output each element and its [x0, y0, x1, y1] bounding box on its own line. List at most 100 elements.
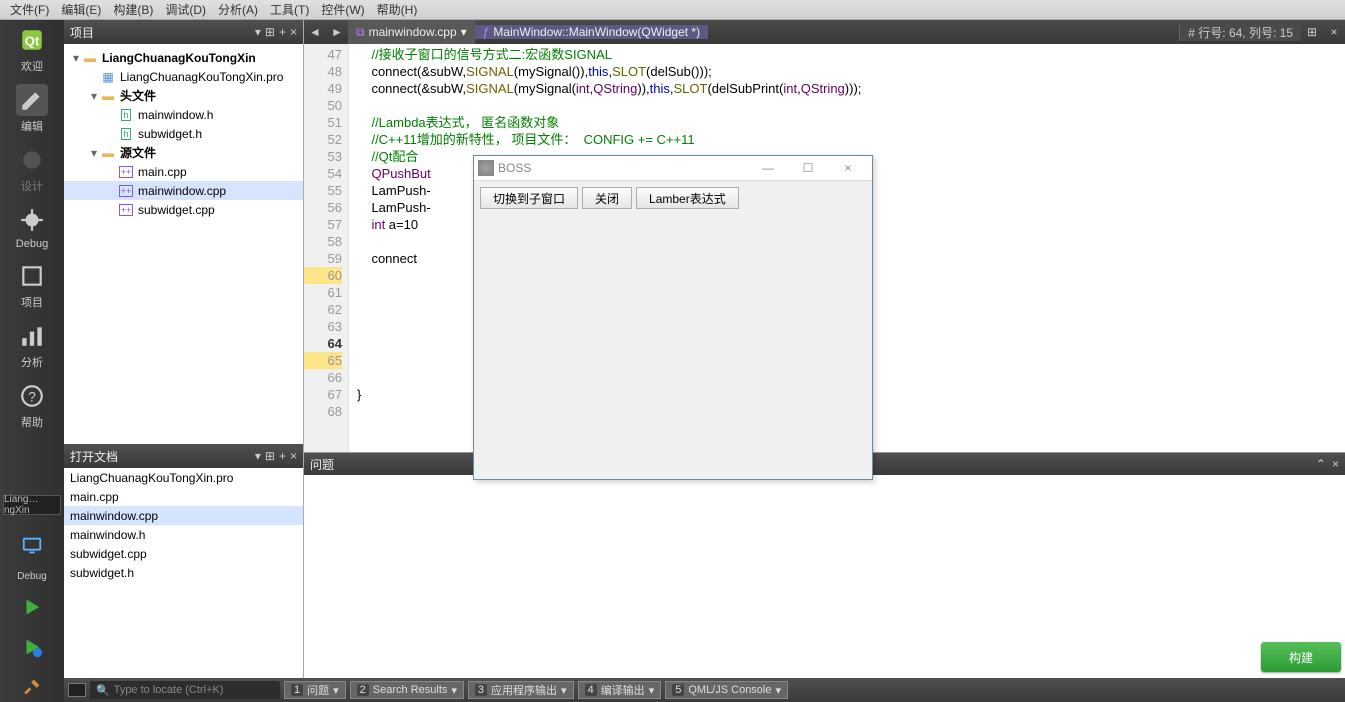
mode-analyze[interactable]: 分析 — [6, 320, 58, 370]
line-number[interactable]: 57 — [304, 216, 342, 233]
menu-item[interactable]: 工具(T) — [264, 1, 315, 18]
dialog-button[interactable]: Lamber表达式 — [636, 187, 739, 209]
tree-item[interactable]: ▾▬LiangChuanagKouTongXin — [64, 48, 303, 67]
close-icon[interactable]: × — [290, 25, 297, 39]
opendoc-item[interactable]: main.cpp — [64, 487, 303, 506]
line-number[interactable]: 66 — [304, 369, 342, 386]
split-icon[interactable]: ⊞ — [265, 449, 275, 463]
line-number[interactable]: 60 — [304, 267, 342, 284]
dialog-button[interactable]: 切换到子窗口 — [480, 187, 578, 209]
mode-edit[interactable]: 编辑 — [6, 84, 58, 134]
disclosure-icon[interactable]: ▾ — [88, 146, 100, 160]
problems-title: 问题 — [310, 456, 334, 473]
line-number[interactable]: 59 — [304, 250, 342, 267]
tree-item[interactable]: hmainwindow.h — [64, 105, 303, 124]
menu-item[interactable]: 编辑(E) — [55, 1, 107, 18]
split-icon[interactable]: ⊞ — [265, 25, 275, 39]
menu-item[interactable]: 控件(W) — [315, 1, 370, 18]
line-number[interactable]: 56 — [304, 199, 342, 216]
boss-window[interactable]: BOSS — ☐ × 切换到子窗口关闭Lamber表达式 — [473, 155, 873, 480]
line-gutter[interactable]: 4748495051525354555657585960616263646566… — [304, 44, 349, 452]
line-number[interactable]: 48 — [304, 63, 342, 80]
tree-item[interactable]: ++subwidget.cpp — [64, 200, 303, 219]
line-number[interactable]: 55 — [304, 182, 342, 199]
tree-item[interactable]: ▾▬源文件 — [64, 143, 303, 162]
boss-titlebar[interactable]: BOSS — ☐ × — [474, 156, 872, 181]
menu-item[interactable]: 文件(F) — [4, 1, 55, 18]
opendoc-item[interactable]: LiangChuanagKouTongXin.pro — [64, 468, 303, 487]
kit-selector[interactable]: Liang…ngXin — [3, 495, 61, 515]
tree-item[interactable]: ++mainwindow.cpp — [64, 181, 303, 200]
close-icon[interactable]: × — [290, 449, 297, 463]
problems-body[interactable] — [304, 475, 1345, 702]
close-button[interactable]: × — [828, 156, 868, 180]
line-number[interactable]: 58 — [304, 233, 342, 250]
tree-item[interactable]: ++main.cpp — [64, 162, 303, 181]
locator-input[interactable]: 🔍 Type to locate (Ctrl+K) — [90, 681, 280, 699]
nav-back-icon[interactable]: ◄ — [304, 25, 326, 39]
menu-item[interactable]: 帮助(H) — [371, 1, 424, 18]
line-number[interactable]: 51 — [304, 114, 342, 131]
line-number[interactable]: 68 — [304, 403, 342, 420]
opendoc-item[interactable]: mainwindow.h — [64, 525, 303, 544]
opendoc-label: main.cpp — [70, 490, 119, 504]
tree-item[interactable]: ▾▬头文件 — [64, 86, 303, 105]
file-crumb[interactable]: ⧉ mainwindow.cpp ▾ — [348, 20, 475, 44]
menu-item[interactable]: 分析(A) — [212, 1, 264, 18]
build-badge[interactable]: 构建 — [1261, 642, 1341, 672]
menu-item[interactable]: 调试(D) — [159, 1, 212, 18]
tree-item[interactable]: hsubwidget.h — [64, 124, 303, 143]
tree-item[interactable]: ▦LiangChuanagKouTongXin.pro — [64, 67, 303, 86]
open-documents-list[interactable]: LiangChuanagKouTongXin.pro main.cpp mainwi… — [64, 468, 303, 702]
line-number[interactable]: 52 — [304, 131, 342, 148]
add-icon[interactable]: + — [279, 25, 286, 39]
line-number[interactable]: 53 — [304, 148, 342, 165]
bottom-toolbar: 🔍 Type to locate (Ctrl+K) 1问题▾2Search Re… — [64, 678, 1345, 702]
mode-projects[interactable]: 项目 — [6, 260, 58, 310]
line-number[interactable]: 67 — [304, 386, 342, 403]
expand-icon[interactable]: ⌃ — [1316, 457, 1326, 471]
monitor-button[interactable] — [17, 531, 47, 561]
output-tab[interactable]: 1问题▾ — [284, 681, 346, 699]
mode-debug[interactable]: Debug — [6, 204, 58, 250]
opendoc-item[interactable]: mainwindow.cpp — [64, 506, 303, 525]
close-icon[interactable]: × — [1323, 25, 1345, 39]
output-toggle-icon[interactable] — [68, 683, 86, 697]
playbug-button[interactable] — [17, 632, 47, 662]
play-button[interactable] — [17, 592, 47, 622]
button-label: 切换到子窗口 — [493, 190, 565, 207]
line-number[interactable]: 61 — [304, 284, 342, 301]
line-number[interactable]: 64 — [304, 335, 342, 352]
minimize-button[interactable]: — — [748, 156, 788, 180]
project-tree[interactable]: ▾▬LiangChuanagKouTongXin▦LiangChuanagKou… — [64, 44, 303, 444]
close-icon[interactable]: × — [1332, 457, 1339, 471]
line-number[interactable]: 49 — [304, 80, 342, 97]
disclosure-icon[interactable]: ▾ — [88, 89, 100, 103]
symbol-crumb[interactable]: ƒ MainWindow::MainWindow(QWidget *) — [475, 25, 708, 39]
add-icon[interactable]: + — [279, 449, 286, 463]
line-number[interactable]: 65 — [304, 352, 342, 369]
opendoc-item[interactable]: subwidget.cpp — [64, 544, 303, 563]
output-tab[interactable]: 3应用程序输出▾ — [468, 681, 574, 699]
opendoc-item[interactable]: subwidget.h — [64, 563, 303, 582]
maximize-button[interactable]: ☐ — [788, 156, 828, 180]
output-tab[interactable]: 5QML/JS Console▾ — [665, 681, 788, 699]
symbol-crumb-label: MainWindow::MainWindow(QWidget *) — [493, 25, 700, 39]
line-number[interactable]: 62 — [304, 301, 342, 318]
mode-qt[interactable]: Qt欢迎 — [6, 24, 58, 74]
hammer-button[interactable] — [17, 672, 47, 702]
filter-icon[interactable]: ▾ — [255, 25, 261, 39]
menu-item[interactable]: 构建(B) — [107, 1, 159, 18]
mode-help[interactable]: ?帮助 — [6, 380, 58, 430]
nav-fwd-icon[interactable]: ► — [326, 25, 348, 39]
line-number[interactable]: 54 — [304, 165, 342, 182]
filter-icon[interactable]: ▾ — [255, 449, 261, 463]
dialog-button[interactable]: 关闭 — [582, 187, 632, 209]
line-number[interactable]: 63 — [304, 318, 342, 335]
line-number[interactable]: 47 — [304, 46, 342, 63]
output-tab[interactable]: 2Search Results▾ — [350, 681, 464, 699]
disclosure-icon[interactable]: ▾ — [70, 51, 82, 65]
split-icon[interactable]: ⊞ — [1301, 25, 1323, 39]
output-tab[interactable]: 4编译输出▾ — [578, 681, 662, 699]
line-number[interactable]: 50 — [304, 97, 342, 114]
